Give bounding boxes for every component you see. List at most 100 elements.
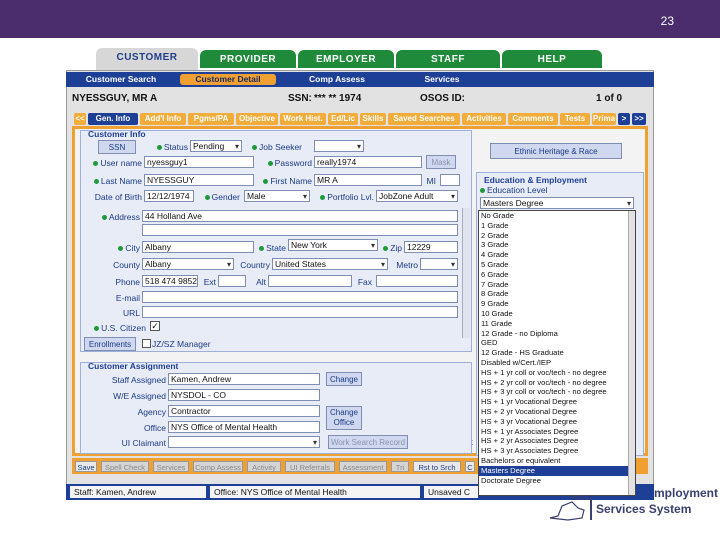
username-input[interactable]: nyessguy1	[144, 156, 254, 168]
education-option[interactable]: HS + 3 yr Associates Degree	[479, 446, 635, 456]
education-option[interactable]: 12 Grade - no Diploma	[479, 329, 635, 339]
save-button[interactable]: Save	[75, 461, 97, 472]
education-option[interactable]: 4 Grade	[479, 250, 635, 260]
city-input[interactable]: Albany	[142, 241, 254, 253]
email-input[interactable]	[142, 291, 458, 303]
subnav-services[interactable]: Services	[410, 74, 474, 85]
education-option[interactable]: 8 Grade	[479, 289, 635, 299]
fax-input[interactable]	[376, 275, 458, 287]
staff-assigned-input[interactable]: Kamen, Andrew	[168, 373, 320, 385]
tab-tests[interactable]: Tests	[560, 113, 590, 125]
education-option[interactable]: 12 Grade - HS Graduate	[479, 348, 635, 358]
activity-button[interactable]: Activity	[247, 461, 281, 472]
services-button[interactable]: Services	[153, 461, 189, 472]
tab-skills[interactable]: Skills	[360, 113, 386, 125]
alt-phone-input[interactable]	[268, 275, 352, 287]
assessment-button[interactable]: Assessment	[339, 461, 387, 472]
education-option[interactable]: 5 Grade	[479, 260, 635, 270]
job-seeker-select[interactable]	[314, 140, 364, 152]
tab-activities[interactable]: Activities	[462, 113, 506, 125]
c-button[interactable]: C	[465, 461, 475, 472]
manager-checkbox[interactable]	[142, 339, 151, 348]
tab-next[interactable]: >	[618, 113, 630, 125]
tab-saved-searches[interactable]: Saved Searches	[388, 113, 460, 125]
tab-objective[interactable]: Objective	[236, 113, 278, 125]
education-option[interactable]: Masters Degree	[479, 465, 635, 476]
metro-select[interactable]	[420, 258, 458, 270]
tab-help[interactable]: HELP	[502, 50, 602, 68]
wie-assigned-input[interactable]: NYSDOL - CO	[168, 389, 320, 401]
subnav-comp-assess[interactable]: Comp Assess	[296, 74, 378, 85]
tab-addl-info[interactable]: Add'l Info	[140, 113, 186, 125]
education-option[interactable]: 7 Grade	[479, 280, 635, 290]
education-option[interactable]: HS + 2 yr Vocational Degree	[479, 407, 635, 417]
portfolio-select[interactable]: JobZone Adult	[376, 190, 458, 202]
enrollments-button[interactable]: Enrollments	[84, 337, 136, 351]
education-option[interactable]: HS + 3 yr coll or voc/tech - no degree	[479, 387, 635, 397]
gender-select[interactable]: Male	[244, 190, 310, 202]
country-select[interactable]: United States	[272, 258, 388, 270]
tab-ed-lic[interactable]: Ed/Lic	[328, 113, 358, 125]
education-option[interactable]: Doctorate Degree	[479, 476, 635, 486]
tab-work-hist[interactable]: Work Hist.	[280, 113, 326, 125]
education-option[interactable]: GED	[479, 338, 635, 348]
us-citizen-checkbox[interactable]: ✓	[150, 321, 160, 331]
education-option[interactable]: 3 Grade	[479, 240, 635, 250]
last-name-input[interactable]: NYESSGUY	[144, 174, 254, 186]
tab-gen-info[interactable]: Gen. Info	[88, 113, 138, 125]
tab-last[interactable]: >>	[632, 113, 646, 125]
education-option[interactable]: HS + 2 yr coll or voc/tech - no degree	[479, 378, 635, 388]
phone-input[interactable]: 518 474 9852	[142, 275, 198, 287]
zip-input[interactable]: 12229	[404, 241, 458, 253]
education-level-select[interactable]: Masters Degree	[480, 197, 634, 209]
education-option[interactable]: 10 Grade	[479, 309, 635, 319]
ethnic-heritage-button[interactable]: Ethnic Heritage & Race	[490, 143, 622, 159]
address-line1-input[interactable]: 44 Holland Ave	[142, 210, 458, 222]
education-level-dropdown[interactable]: No Grade 1 Grade 2 Grade 3 Grade 4 Grade 5 Gr…	[478, 210, 636, 496]
tab-customer[interactable]: CUSTOMER	[96, 48, 198, 70]
education-option[interactable]: Bachelors or equivalent	[479, 456, 635, 466]
first-name-input[interactable]: MR A	[314, 174, 422, 186]
password-input[interactable]: really1974	[314, 156, 422, 168]
address-line2-input[interactable]	[142, 224, 458, 236]
panel-scrollbar[interactable]	[462, 208, 470, 338]
status-select[interactable]: Pending	[190, 140, 242, 152]
tab-employer[interactable]: EMPLOYER	[298, 50, 394, 68]
ext-input[interactable]	[218, 275, 246, 287]
education-option[interactable]: HS + 1 yr Associates Degree	[479, 427, 635, 437]
tab-provider[interactable]: PROVIDER	[200, 50, 296, 68]
tri-button[interactable]: Tri	[391, 461, 409, 472]
education-option[interactable]: HS + 1 yr coll or voc/tech - no degree	[479, 368, 635, 378]
agency-input[interactable]: Contractor	[168, 405, 320, 417]
tab-staff[interactable]: STAFF	[396, 50, 500, 68]
tab-first[interactable]: <<	[74, 113, 86, 125]
url-input[interactable]	[142, 306, 458, 318]
education-option[interactable]: 11 Grade	[479, 319, 635, 329]
subnav-customer-detail[interactable]: Customer Detail	[180, 74, 276, 85]
education-option[interactable]: 2 Grade	[479, 231, 635, 241]
county-select[interactable]: Albany	[142, 258, 234, 270]
work-search-button[interactable]: Work Search Record	[328, 435, 408, 449]
dropdown-scrollbar[interactable]	[628, 211, 635, 495]
dob-input[interactable]: 12/12/1974	[144, 190, 194, 202]
ui-referrals-button[interactable]: UI Referrals	[285, 461, 335, 472]
change-office-button[interactable]: Change Office	[326, 406, 362, 430]
ssn-button[interactable]: SSN	[98, 140, 136, 154]
education-option[interactable]: 9 Grade	[479, 299, 635, 309]
education-option[interactable]: HS + 2 yr Associates Degree	[479, 436, 635, 446]
state-select[interactable]: New York	[288, 239, 378, 251]
subnav-customer-search[interactable]: Customer Search	[80, 74, 162, 85]
mi-input[interactable]	[440, 174, 460, 186]
education-option[interactable]: 1 Grade	[479, 221, 635, 231]
tab-pgms-pa[interactable]: Pgms/PA	[188, 113, 234, 125]
spell-check-button[interactable]: Spell Check	[101, 461, 149, 472]
tab-comments[interactable]: Comments	[508, 113, 558, 125]
education-option[interactable]: HS + 3 yr Vocational Degree	[479, 417, 635, 427]
tab-primary[interactable]: Prima	[592, 113, 616, 125]
mask-button[interactable]: Mask	[426, 155, 456, 169]
education-option[interactable]: No Grade	[479, 211, 635, 221]
ui-claimant-select[interactable]	[168, 436, 320, 448]
education-option[interactable]: Disabled w/Cert./IEP	[479, 358, 635, 368]
education-option[interactable]: 6 Grade	[479, 270, 635, 280]
return-to-search-button[interactable]: Rst to Srch	[413, 461, 461, 472]
